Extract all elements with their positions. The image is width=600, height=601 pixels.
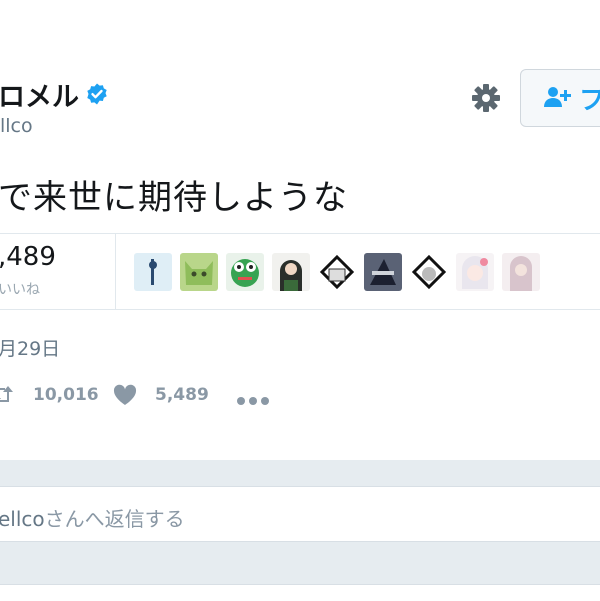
avatar[interactable] [226, 253, 264, 291]
avatar[interactable] [364, 253, 402, 291]
verified-badge-icon [85, 82, 109, 106]
liker-avatars [134, 253, 548, 291]
tweet-actions: 10,016 5,489 [0, 381, 600, 411]
stats-divider [115, 234, 116, 309]
more-icon[interactable] [236, 391, 270, 405]
tweet-text: で来世に期待しような [0, 178, 348, 218]
heart-icon[interactable] [113, 384, 137, 406]
avatar[interactable] [272, 253, 310, 291]
tweet-timestamp[interactable]: 月29日 [0, 334, 60, 361]
reply-box[interactable]: ellcoさんへ返信する [0, 486, 600, 542]
reply-handle: ellco [0, 507, 45, 531]
likes-label: いいね [0, 282, 40, 298]
avatar[interactable] [456, 253, 494, 291]
retweet-count[interactable]: 10,016 [33, 385, 99, 405]
avatar[interactable] [502, 253, 540, 291]
tweet-card: ロメル llco フ で来世に期待しような ,489 いいね 月29日 10,0… [0, 0, 600, 460]
follow-user-icon [543, 85, 573, 111]
avatar[interactable] [318, 253, 356, 291]
display-name[interactable]: ロメル [0, 75, 79, 114]
likes-count[interactable]: ,489 [0, 242, 56, 272]
like-count[interactable]: 5,489 [155, 385, 209, 405]
retweet-icon[interactable] [0, 385, 14, 405]
follow-button[interactable]: フ [520, 69, 600, 127]
avatar[interactable] [410, 253, 448, 291]
tweet-stats: ,489 いいね [0, 233, 600, 310]
author-row[interactable]: ロメル [0, 75, 109, 114]
gear-icon[interactable] [470, 82, 502, 114]
author-handle[interactable]: llco [0, 115, 33, 137]
next-card [0, 584, 600, 601]
follow-label: フ [579, 85, 600, 116]
reply-placeholder[interactable]: ellcoさんへ返信する [0, 503, 185, 532]
reply-suffix: さんへ返信する [44, 507, 185, 531]
avatar[interactable] [180, 253, 218, 291]
avatar[interactable] [134, 253, 172, 291]
